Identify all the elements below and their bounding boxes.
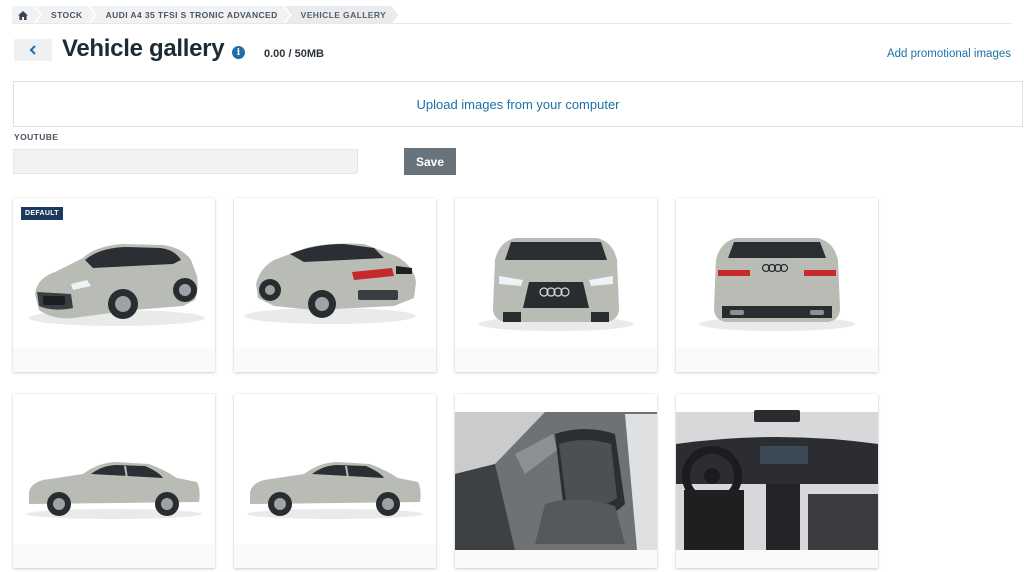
breadcrumb-vehicle[interactable]: AUDI A4 35 TFSI S TRONIC ADVANCED	[90, 6, 290, 24]
gallery-image-4[interactable]	[676, 198, 878, 372]
gallery-image-1[interactable]: DEFAULT	[13, 198, 215, 372]
page-title: Vehicle gallery	[62, 35, 225, 62]
gallery-image-6[interactable]	[234, 394, 436, 568]
youtube-input[interactable]	[13, 149, 358, 174]
car-front-image	[455, 238, 657, 372]
info-icon[interactable]: i	[232, 46, 245, 59]
add-promotional-images-link[interactable]: Add promotional images	[887, 48, 1011, 60]
breadcrumb-current: VEHICLE GALLERY	[285, 6, 399, 24]
car-rear-image	[676, 238, 878, 372]
car-front-three-quarter-image	[13, 244, 215, 372]
car-side-image	[13, 462, 215, 568]
gallery-image-3[interactable]	[455, 198, 657, 372]
interior-dashboard-image	[676, 410, 878, 568]
save-button[interactable]: Save	[404, 148, 456, 175]
storage-usage: 0.00 / 50MB	[264, 48, 324, 60]
gallery-image-7[interactable]	[455, 394, 657, 568]
interior-seats-image	[455, 412, 657, 568]
chevron-left-icon	[29, 45, 36, 55]
car-rear-three-quarter-image	[234, 243, 436, 372]
gallery-image-2[interactable]	[234, 198, 436, 372]
car-side-image	[234, 462, 436, 568]
divider	[12, 23, 1012, 24]
gallery-image-8[interactable]	[676, 394, 878, 568]
upload-label: Upload images from your computer	[416, 96, 620, 112]
default-badge: DEFAULT	[21, 207, 63, 220]
breadcrumb: STOCK AUDI A4 35 TFSI S TRONIC ADVANCED …	[12, 6, 393, 24]
gallery-image-5[interactable]	[13, 394, 215, 568]
upload-dropzone[interactable]: Upload images from your computer	[13, 81, 1023, 127]
breadcrumb-stock[interactable]: STOCK	[35, 6, 95, 24]
youtube-label: YOUTUBE	[14, 132, 59, 142]
home-icon	[18, 11, 28, 20]
breadcrumb-home[interactable]	[12, 6, 40, 24]
back-button[interactable]	[14, 39, 52, 61]
